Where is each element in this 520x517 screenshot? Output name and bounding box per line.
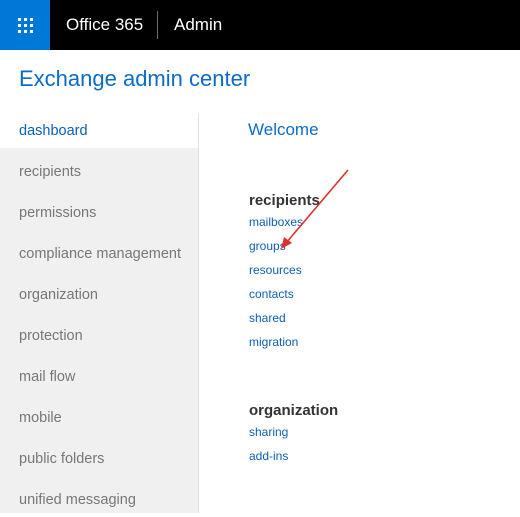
recipients-section-heading: recipients bbox=[249, 192, 320, 209]
admin-app-link[interactable]: Admin bbox=[174, 0, 222, 50]
app-launcher-button[interactable] bbox=[0, 0, 50, 50]
sidebar-divider bbox=[198, 114, 199, 513]
sidebar-item-permissions[interactable]: permissions bbox=[0, 196, 198, 230]
welcome-heading: Welcome bbox=[248, 120, 319, 139]
contacts-link[interactable]: contacts bbox=[249, 287, 294, 301]
sidebar-item-public-folders[interactable]: public folders bbox=[0, 442, 198, 476]
page-title: Exchange admin center bbox=[19, 66, 251, 91]
add-ins-link[interactable]: add-ins bbox=[249, 449, 288, 463]
app-launcher-icon bbox=[17, 17, 33, 33]
sidebar-item-compliance-management[interactable]: compliance management bbox=[0, 237, 198, 271]
sidebar-navigation: dashboard recipients permissions complia… bbox=[0, 114, 198, 513]
top-navigation-bar: Office 365 Admin bbox=[0, 0, 520, 50]
groups-link[interactable]: groups bbox=[249, 239, 286, 253]
sidebar-item-mail-flow[interactable]: mail flow bbox=[0, 360, 198, 394]
office-365-brand[interactable]: Office 365 bbox=[66, 0, 143, 50]
shared-link[interactable]: shared bbox=[249, 311, 286, 325]
resources-link[interactable]: resources bbox=[249, 263, 302, 277]
sidebar-item-recipients[interactable]: recipients bbox=[0, 155, 198, 189]
sidebar-item-dashboard[interactable]: dashboard bbox=[0, 114, 198, 148]
mailboxes-link[interactable]: mailboxes bbox=[249, 215, 303, 229]
sidebar-item-organization[interactable]: organization bbox=[0, 278, 198, 312]
sidebar-item-unified-messaging[interactable]: unified messaging bbox=[0, 483, 198, 517]
migration-link[interactable]: migration bbox=[249, 335, 298, 349]
sidebar-item-mobile[interactable]: mobile bbox=[0, 401, 198, 435]
organization-section-heading: organization bbox=[249, 402, 339, 419]
header-divider bbox=[157, 11, 158, 39]
sharing-link[interactable]: sharing bbox=[249, 425, 288, 439]
sidebar-item-protection[interactable]: protection bbox=[0, 319, 198, 353]
